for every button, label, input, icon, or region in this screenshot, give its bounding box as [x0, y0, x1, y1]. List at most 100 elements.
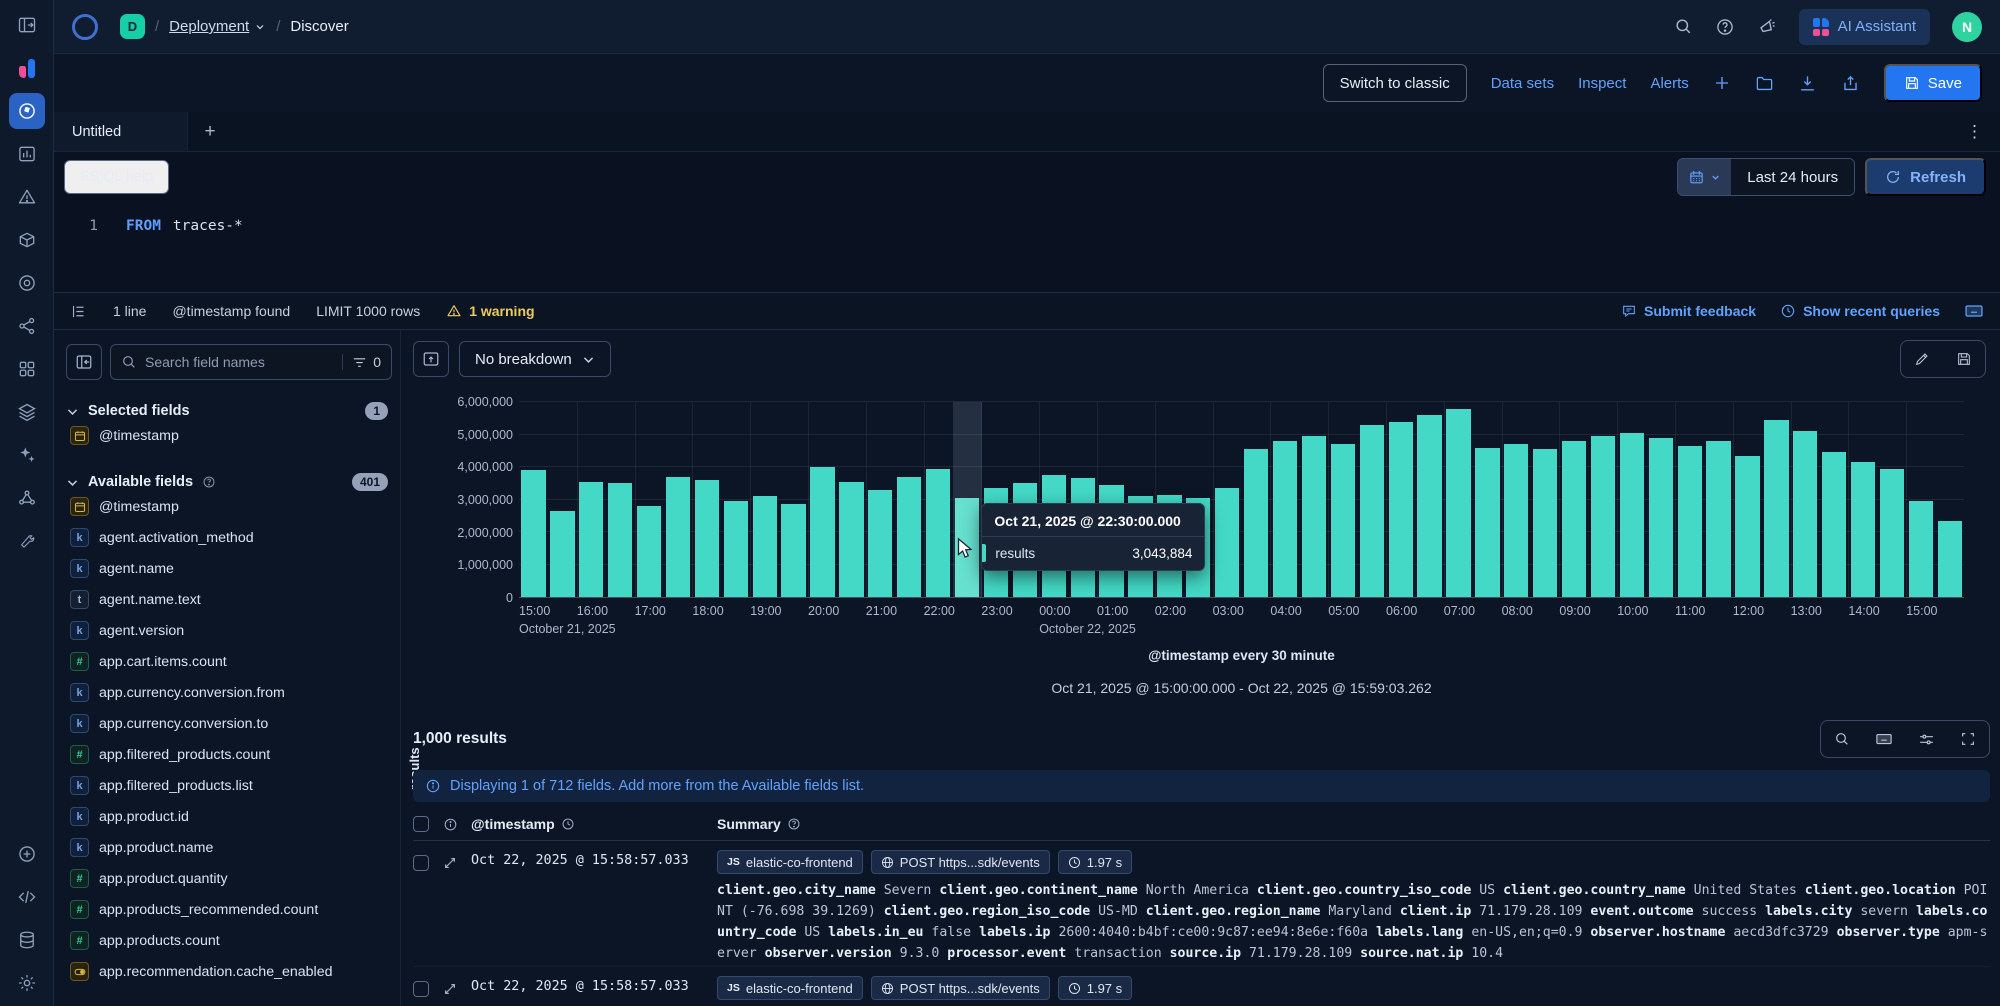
expand-row-icon[interactable] [443, 982, 471, 996]
switch-to-classic-button[interactable]: Switch to classic [1323, 64, 1467, 102]
warning-indicator[interactable]: 1 warning [446, 303, 534, 319]
field-name: app.currency.conversion.to [99, 716, 268, 732]
nav-discover-active[interactable] [9, 93, 45, 129]
alerts-link[interactable]: Alerts [1650, 75, 1688, 92]
observability-logo-icon[interactable] [16, 57, 38, 79]
field-item[interactable]: kagent.version [66, 615, 392, 646]
dev-console-code-icon[interactable] [16, 886, 38, 908]
column-header-summary[interactable]: Summary [717, 816, 1990, 832]
calendar-icon[interactable] [1678, 159, 1731, 195]
warning-triangle-icon [446, 303, 462, 319]
nav-alerts-icon[interactable] [16, 186, 38, 208]
data-storage-icon[interactable] [16, 929, 38, 951]
save-button[interactable]: Save [1884, 64, 1982, 102]
tab-untitled[interactable]: Untitled [54, 112, 188, 151]
nav-apps-grid-icon[interactable] [16, 358, 38, 380]
summary-badge[interactable]: JSelastic-co-frontend [717, 850, 863, 874]
row-checkbox[interactable] [413, 855, 429, 871]
collapse-chart-button[interactable] [413, 341, 449, 377]
summary-badge[interactable]: POST https...sdk/events [871, 976, 1050, 1000]
new-session-plus-icon[interactable] [1713, 74, 1731, 92]
summary-badge[interactable]: JSelastic-co-frontend [717, 976, 863, 1000]
save-visualization-icon[interactable] [1943, 341, 1985, 377]
edit-visualization-pencil-icon[interactable] [1901, 341, 1943, 377]
nav-service-map-icon[interactable] [16, 315, 38, 337]
global-search-icon[interactable] [1674, 17, 1693, 36]
nav-applications-icon[interactable] [16, 272, 38, 294]
breadcrumb-deployment[interactable]: Deployment [169, 18, 266, 35]
expand-row-icon[interactable] [443, 856, 471, 870]
grid-display-options-icon[interactable] [1905, 721, 1947, 757]
open-folder-icon[interactable] [1755, 74, 1774, 93]
tab-options-kebab-icon[interactable]: ⋮ [1950, 112, 2000, 151]
field-item[interactable]: kapp.product.name [66, 832, 392, 863]
data-sets-link[interactable]: Data sets [1491, 75, 1554, 92]
select-all-checkbox[interactable] [413, 816, 429, 832]
user-avatar[interactable]: N [1952, 12, 1982, 42]
histogram-bar [1762, 402, 1791, 597]
field-filter-button[interactable]: 0 [342, 354, 381, 370]
collapse-nav-icon[interactable] [16, 14, 38, 36]
inspect-link[interactable]: Inspect [1578, 75, 1626, 92]
summary-badge[interactable]: 1.97 s [1058, 976, 1132, 1000]
field-item[interactable]: @timestamp [66, 420, 392, 451]
field-item[interactable]: #app.filtered_products.count [66, 739, 392, 770]
selected-fields-accordion[interactable]: Selected fields 1 [66, 402, 392, 420]
refresh-button[interactable]: Refresh [1865, 158, 1986, 196]
field-type-boolean-icon [70, 962, 89, 981]
column-header-timestamp[interactable]: @timestamp [471, 816, 717, 832]
nav-cases-icon[interactable] [16, 401, 38, 423]
field-item[interactable]: tagent.name.text [66, 584, 392, 615]
nav-ai-sparkles-icon[interactable] [16, 444, 38, 466]
show-recent-queries-link[interactable]: Show recent queries [1780, 303, 1940, 319]
field-item[interactable]: app.recommendation.cache_enabled [66, 956, 392, 987]
summary-badge[interactable]: 1.97 s [1058, 850, 1132, 874]
field-item[interactable]: #app.product.quantity [66, 863, 392, 894]
field-search-box[interactable]: 0 [110, 344, 392, 380]
field-search-input[interactable] [145, 354, 334, 370]
collapse-sidebar-button[interactable] [66, 344, 102, 380]
field-item[interactable]: kapp.product.id [66, 801, 392, 832]
keyboard-shortcuts-icon[interactable] [1964, 301, 1984, 321]
chart-tooltip: Oct 21, 2025 @ 22:30:00.000 results 3,04… [981, 503, 1205, 571]
submit-feedback-link[interactable]: Submit feedback [1621, 303, 1756, 319]
share-export-icon[interactable] [1841, 74, 1860, 93]
main-content: No breakdown results 01,000,0002,000,000… [400, 330, 2000, 1006]
field-name: app.product.id [99, 809, 189, 825]
settings-gear-icon[interactable] [16, 972, 38, 994]
field-item[interactable]: #app.products_recommended.count [66, 894, 392, 925]
available-fields-accordion[interactable]: Available fields 401 [66, 473, 392, 491]
panel-collapse-left-icon [75, 353, 93, 371]
add-tab-button[interactable]: + [188, 112, 232, 151]
breakdown-dropdown[interactable]: No breakdown [459, 341, 611, 377]
deployment-badge[interactable]: D [120, 14, 145, 39]
field-item[interactable]: #app.cart.items.count [66, 646, 392, 677]
ai-assistant-button[interactable]: AI Assistant [1799, 9, 1930, 45]
download-icon[interactable] [1798, 74, 1817, 93]
whats-new-icon[interactable] [1757, 17, 1777, 37]
nav-dashboards-icon[interactable] [16, 143, 38, 165]
field-type-number-icon: # [70, 931, 89, 950]
field-item[interactable]: #app.products.count [66, 925, 392, 956]
help-icon[interactable] [1715, 17, 1735, 37]
field-item[interactable]: kagent.name [66, 553, 392, 584]
nav-inventory-icon[interactable] [16, 229, 38, 251]
grid-fullscreen-icon[interactable] [1947, 721, 1989, 757]
row-checkbox[interactable] [413, 981, 429, 997]
grid-search-icon[interactable] [1821, 721, 1863, 757]
nav-dev-tools-wrench-icon[interactable] [16, 530, 38, 552]
field-item[interactable]: kapp.currency.conversion.from [66, 677, 392, 708]
field-item[interactable]: kapp.filtered_products.list [66, 770, 392, 801]
field-item[interactable]: kapp.currency.conversion.to [66, 708, 392, 739]
summary-badge[interactable]: POST https...sdk/events [871, 850, 1050, 874]
add-circle-icon[interactable] [16, 843, 38, 865]
esql-help-button[interactable]: ES|QL help [64, 160, 169, 194]
elastic-logo[interactable] [72, 14, 98, 40]
nav-machine-learning-icon[interactable] [16, 487, 38, 509]
time-range-picker[interactable]: Last 24 hours [1677, 158, 1855, 196]
query-line[interactable]: 1 FROM traces-* [54, 218, 243, 234]
field-item[interactable]: kagent.activation_method [66, 522, 392, 553]
histogram-bar [750, 402, 779, 597]
grid-keyboard-icon[interactable] [1863, 721, 1905, 757]
field-item[interactable]: @timestamp [66, 491, 392, 522]
